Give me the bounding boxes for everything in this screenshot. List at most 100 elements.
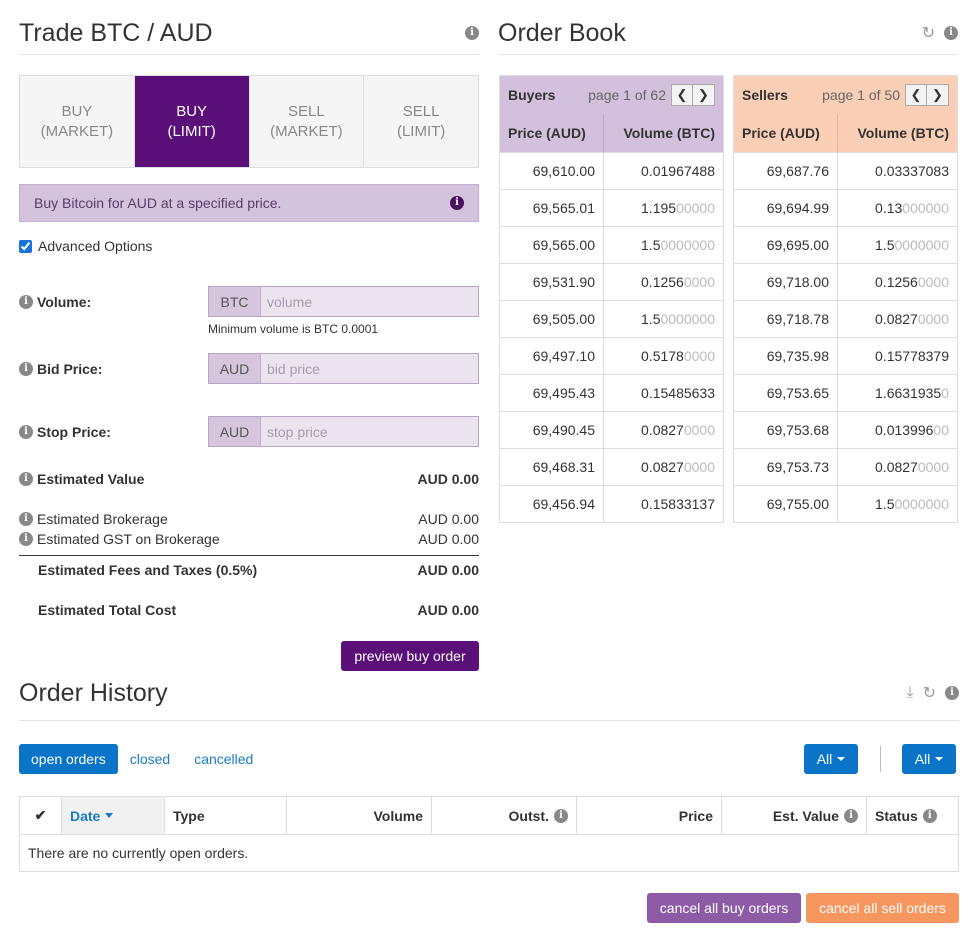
- volume-cell: 0.5178 0000: [604, 338, 723, 374]
- volume-trailing-zeros: 0000: [683, 459, 715, 475]
- info-icon[interactable]: i: [554, 808, 568, 823]
- price-cell: 69,565.00: [500, 227, 604, 263]
- info-icon[interactable]: i: [19, 424, 33, 439]
- table-row[interactable]: 69,753.68 0.013996 00: [734, 411, 957, 448]
- cancel-all-buy-orders-button[interactable]: cancel all buy orders: [647, 893, 801, 923]
- col-est-value[interactable]: Est. Value i: [722, 797, 867, 834]
- info-icon[interactable]: i: [922, 808, 937, 823]
- download-icon[interactable]: ⤓: [907, 684, 914, 702]
- volume-input[interactable]: [261, 287, 478, 316]
- table-row[interactable]: 69,735.98 0.15778379: [734, 337, 957, 374]
- info-icon[interactable]: i: [944, 26, 958, 40]
- filter-dropdown-1[interactable]: All: [804, 744, 858, 774]
- volume-significant: 0.0827: [641, 422, 684, 438]
- table-row[interactable]: 69,695.00 1.5 0000000: [734, 226, 957, 263]
- volume-trailing-zeros: 0000000: [894, 496, 949, 512]
- tab-line1: SELL: [288, 102, 325, 120]
- price-cell: 69,718.00: [734, 264, 838, 300]
- chevron-left-icon[interactable]: ❮: [905, 84, 927, 106]
- chevron-right-icon[interactable]: ❯: [927, 84, 949, 106]
- table-row[interactable]: 69,505.00 1.5 0000000: [500, 300, 723, 337]
- estimated-fees-label: Estimated Fees and Taxes (0.5%): [38, 562, 258, 578]
- table-row[interactable]: 69,531.90 0.1256 0000: [500, 263, 723, 300]
- filter-dropdown-2[interactable]: All: [902, 744, 956, 774]
- filter-dropdown-1-label: All: [816, 751, 833, 767]
- info-icon[interactable]: i: [19, 472, 33, 486]
- table-row[interactable]: 69,497.10 0.5178 0000: [500, 337, 723, 374]
- col-volume[interactable]: Volume: [287, 797, 432, 834]
- table-row[interactable]: 69,610.00 0.01967488: [500, 152, 723, 189]
- volume-significant: 0.0827: [641, 459, 684, 475]
- col-price: Price (AUD): [734, 114, 838, 152]
- cancel-all-sell-orders-button[interactable]: cancel all sell orders: [806, 893, 959, 923]
- info-icon[interactable]: i: [19, 361, 33, 376]
- tab-line1: BUY: [176, 102, 208, 120]
- volume-significant: 0.01967488: [641, 163, 715, 179]
- volume-trailing-zeros: 000000: [902, 200, 949, 216]
- col-date[interactable]: Date: [62, 797, 165, 834]
- price-cell: 69,695.00: [734, 227, 838, 263]
- price-cell: 69,495.43: [500, 375, 604, 411]
- buyers-label: Buyers: [508, 87, 556, 103]
- refresh-icon[interactable]: ↻: [922, 23, 935, 43]
- table-row[interactable]: 69,755.00 1.5 0000000: [734, 485, 957, 522]
- empty-message: There are no currently open orders.: [20, 834, 958, 871]
- info-icon[interactable]: i: [465, 26, 479, 40]
- price-cell: 69,468.31: [500, 449, 604, 485]
- volume-significant: 0.5178: [641, 348, 684, 364]
- chevron-right-icon[interactable]: ❯: [693, 84, 715, 106]
- sellers-label: Sellers: [742, 87, 788, 103]
- tab-sell-market[interactable]: SELL (MARKET): [249, 76, 365, 167]
- select-all-column[interactable]: ✔: [20, 797, 62, 834]
- info-icon[interactable]: i: [450, 196, 464, 210]
- table-row[interactable]: 69,694.99 0.13 000000: [734, 189, 957, 226]
- table-row[interactable]: 69,456.94 0.15833137: [500, 485, 723, 522]
- volume-trailing-zeros: 0000000: [660, 311, 715, 327]
- table-row[interactable]: 69,753.73 0.0827 0000: [734, 448, 957, 485]
- col-price[interactable]: Price: [577, 797, 722, 834]
- table-row[interactable]: 69,468.31 0.0827 0000: [500, 448, 723, 485]
- col-type[interactable]: Type: [165, 797, 287, 834]
- volume-significant: 1.5: [641, 237, 661, 253]
- info-icon[interactable]: i: [19, 532, 33, 546]
- table-row[interactable]: 69,718.00 0.1256 0000: [734, 263, 957, 300]
- table-row[interactable]: 69,687.76 0.03337083: [734, 152, 957, 189]
- bid-price-input[interactable]: [261, 354, 478, 383]
- tab-open-orders[interactable]: open orders: [19, 744, 118, 774]
- table-row[interactable]: 69,490.45 0.0827 0000: [500, 411, 723, 448]
- stop-price-input[interactable]: [261, 417, 478, 446]
- col-status[interactable]: Status i: [867, 797, 958, 834]
- info-icon[interactable]: i: [19, 294, 33, 309]
- info-icon[interactable]: i: [844, 808, 858, 823]
- tab-cancelled[interactable]: cancelled: [182, 744, 265, 774]
- tab-closed[interactable]: closed: [118, 744, 182, 774]
- table-row[interactable]: 69,753.65 1.6631935 0: [734, 374, 957, 411]
- advanced-options-toggle[interactable]: Advanced Options: [19, 238, 479, 254]
- volume-significant: 0.1256: [641, 274, 684, 290]
- buyers-header: Buyers page 1 of 62 ❮ ❯: [500, 76, 723, 114]
- refresh-icon[interactable]: ↻: [923, 683, 936, 703]
- info-icon[interactable]: i: [19, 512, 33, 526]
- advanced-options-checkbox[interactable]: [19, 239, 32, 253]
- tab-buy-limit[interactable]: BUY (LIMIT): [134, 76, 250, 167]
- volume-trailing-zeros: 0000: [683, 422, 715, 438]
- volume-cell: 1.5 0000000: [838, 227, 957, 263]
- estimated-total-amount: AUD 0.00: [417, 602, 479, 618]
- info-icon[interactable]: i: [945, 686, 959, 700]
- tab-line2: (LIMIT): [396, 122, 446, 140]
- tab-buy-market[interactable]: BUY (MARKET): [20, 76, 135, 167]
- caret-down-icon: [935, 757, 944, 761]
- chevron-left-icon[interactable]: ❮: [671, 84, 693, 106]
- order-description: Buy Bitcoin for AUD at a specified price…: [19, 184, 479, 222]
- price-cell: 69,694.99: [734, 190, 838, 226]
- col-outstanding[interactable]: Outst. i: [432, 797, 577, 834]
- volume-trailing-zeros: 0000: [917, 311, 949, 327]
- bid-price-row: i Bid Price: AUD: [19, 353, 479, 384]
- tab-sell-limit[interactable]: SELL (LIMIT): [364, 76, 478, 167]
- volume-cell: 0.03337083: [838, 153, 957, 189]
- table-row[interactable]: 69,495.43 0.15485633: [500, 374, 723, 411]
- stop-price-input-group: AUD: [208, 416, 479, 447]
- table-row[interactable]: 69,565.00 1.5 0000000: [500, 226, 723, 263]
- table-row[interactable]: 69,718.78 0.0827 0000: [734, 300, 957, 337]
- table-row[interactable]: 69,565.01 1.195 00000: [500, 189, 723, 226]
